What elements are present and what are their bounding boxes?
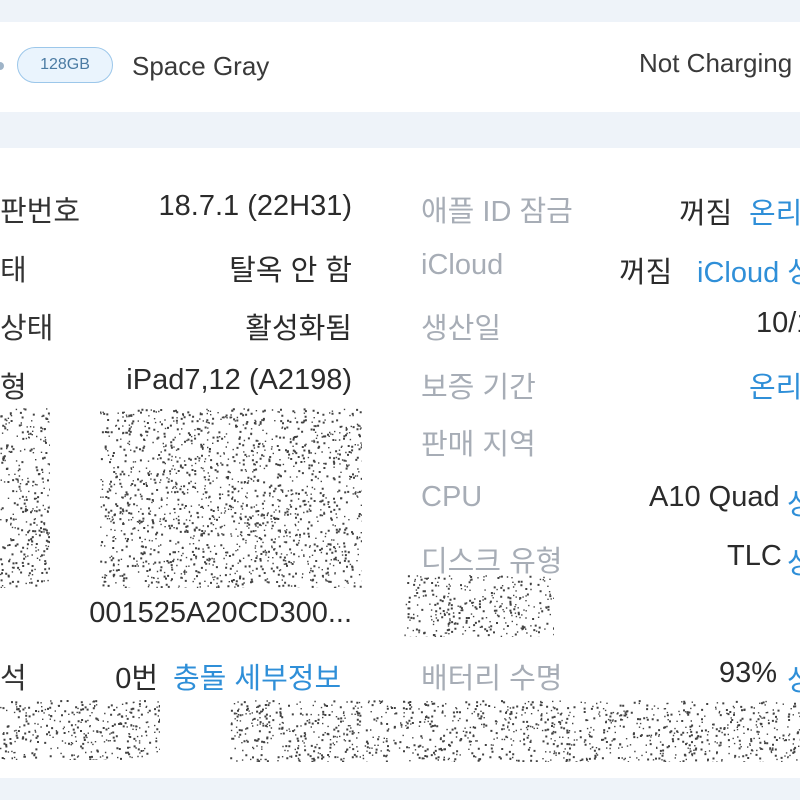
- icloud-details-link[interactable]: iCloud 상: [697, 249, 800, 291]
- redacted-region-left-labels: [0, 408, 50, 588]
- battery-details-link[interactable]: 상: [787, 657, 800, 699]
- redacted-region-left-values: [100, 408, 362, 588]
- value-apple-id-lock: 꺼짐: [679, 198, 733, 230]
- disk-details-link[interactable]: 상: [787, 540, 800, 582]
- label-model: 형: [0, 372, 27, 404]
- value-cpu: A10 Quad: [649, 481, 780, 513]
- value-model: iPad7,12 (A2198): [126, 364, 352, 396]
- cpu-details-link[interactable]: 상: [787, 481, 800, 523]
- charging-status: Not Charging: [639, 48, 793, 78]
- label-sales-region: 판매 지역: [421, 429, 536, 461]
- redacted-region-right-value: [404, 575, 554, 637]
- apple-id-online-link[interactable]: 온리: [749, 190, 800, 232]
- value-jailbreak: 탈옥 안 함: [229, 255, 352, 287]
- label-firmware-version: 판번호: [0, 196, 81, 228]
- label-battery-life: 배터리 수명: [421, 663, 563, 695]
- device-color: Space Gray: [132, 51, 270, 81]
- label-icloud: iCloud: [421, 249, 504, 281]
- label-activation: 상태: [0, 313, 54, 345]
- value-crash-count: 0번: [115, 663, 158, 695]
- value-firmware-version: 18.7.1 (22H31): [158, 190, 352, 222]
- value-production-date: 10/1: [756, 307, 800, 339]
- value-identifier: 001525A20CD300...: [89, 597, 352, 629]
- storage-badge: 128GB: [17, 47, 113, 83]
- crash-details-link[interactable]: 충돌 세부정보: [173, 655, 341, 697]
- label-apple-id-lock: 애플 ID 잠금: [421, 196, 573, 228]
- label-disk-type: 디스크 유형: [421, 546, 563, 578]
- label-jailbreak: 태: [0, 255, 27, 287]
- label-crash-analysis: 석: [0, 663, 27, 695]
- value-icloud: 꺼짐: [619, 257, 673, 289]
- label-production-date: 생산일: [421, 313, 502, 345]
- value-battery-life: 93%: [719, 657, 778, 689]
- value-disk-type: TLC: [727, 540, 782, 572]
- value-activation: 활성화됨: [245, 313, 352, 345]
- warranty-online-link[interactable]: 온리: [749, 364, 800, 406]
- label-cpu: CPU: [421, 481, 483, 513]
- label-warranty: 보증 기간: [421, 372, 536, 404]
- redacted-region-bottom-right: [230, 700, 800, 762]
- redacted-region-bottom-left: [0, 700, 160, 760]
